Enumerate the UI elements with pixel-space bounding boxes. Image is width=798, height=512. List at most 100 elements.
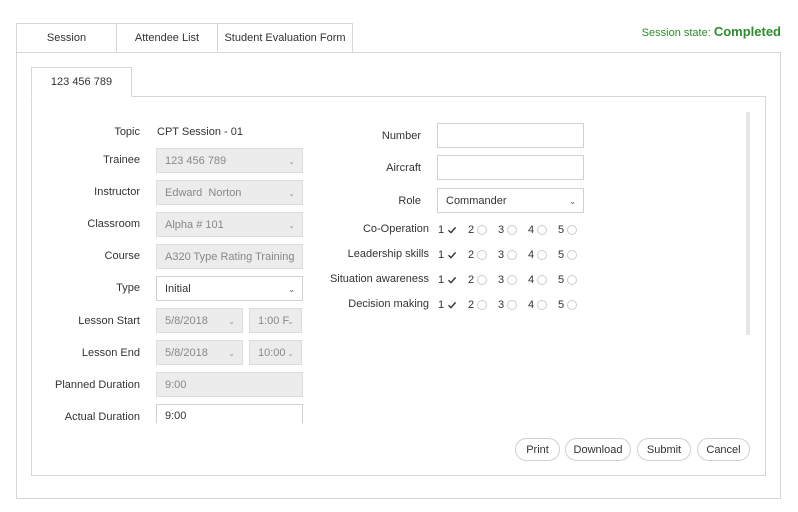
rating-option-4[interactable]: 4	[528, 224, 552, 236]
session-state-value: Completed	[713, 24, 781, 39]
rating-number: 5	[558, 274, 565, 286]
radio-circle-icon[interactable]	[537, 250, 547, 260]
radio-circle-icon[interactable]	[507, 300, 517, 310]
tab-attendee-list[interactable]: Attendee List	[116, 23, 217, 53]
checkmark-icon[interactable]	[447, 300, 457, 310]
actual-duration-value: 9:00	[165, 410, 187, 422]
radio-circle-icon[interactable]	[507, 225, 517, 235]
tab-session[interactable]: Session	[16, 23, 116, 53]
course-value: A320 Type Rating Training	[165, 250, 295, 263]
rating-options: 1 2 3 4 5	[438, 248, 588, 262]
rating-option-1[interactable]: 1	[438, 249, 462, 261]
radio-circle-icon[interactable]	[567, 275, 577, 285]
rating-options: 1 2 3 4 5	[438, 298, 588, 312]
rating-option-3[interactable]: 3	[498, 274, 522, 286]
radio-circle-icon[interactable]	[477, 250, 487, 260]
radio-circle-icon[interactable]	[477, 275, 487, 285]
download-button[interactable]: Download	[565, 438, 631, 461]
rating-number: 3	[498, 274, 505, 286]
trainee-tab-label: 123 456 789	[50, 76, 113, 88]
type-select[interactable]: Initial ⌄	[156, 276, 303, 301]
classroom-select[interactable]: Alpha # 101 ⌄	[156, 212, 303, 237]
tab-student-evaluation-form[interactable]: Student Evaluation Form	[217, 23, 353, 53]
rating-option-3[interactable]: 3	[498, 224, 522, 236]
rating-number: 4	[528, 299, 535, 311]
rating-number: 3	[498, 249, 505, 261]
submit-button[interactable]: Submit	[637, 438, 691, 461]
session-state-label: Session state:	[641, 27, 711, 39]
radio-circle-icon[interactable]	[537, 275, 547, 285]
rating-number: 2	[468, 249, 475, 261]
rating-options: 1 2 3 4 5	[438, 223, 588, 237]
rating-option-2[interactable]: 2	[468, 249, 492, 261]
number-input[interactable]	[437, 123, 584, 148]
lesson-end-label: Lesson End	[81, 347, 140, 359]
radio-circle-icon[interactable]	[567, 250, 577, 260]
planned-duration-label: Planned Duration	[54, 379, 140, 391]
rating-option-1[interactable]: 1	[438, 299, 462, 311]
radio-circle-icon[interactable]	[507, 250, 517, 260]
rating-option-1[interactable]: 1	[438, 224, 462, 236]
rating-number: 5	[558, 224, 565, 236]
rating-number: 2	[468, 299, 475, 311]
checkmark-icon[interactable]	[447, 225, 457, 235]
instructor-select[interactable]: Edward Norton ⌄	[156, 180, 303, 205]
rating-option-1[interactable]: 1	[438, 274, 462, 286]
classroom-value: Alpha # 101	[165, 218, 224, 231]
aircraft-input[interactable]	[437, 155, 584, 180]
rating-option-3[interactable]: 3	[498, 249, 522, 261]
rating-option-5[interactable]: 5	[558, 274, 582, 286]
role-select[interactable]: Commander ⌄	[437, 188, 584, 213]
course-label: Course	[104, 250, 140, 262]
rating-option-2[interactable]: 2	[468, 224, 492, 236]
tab-session-label: Session	[46, 32, 87, 44]
rating-label: Situation awareness	[329, 273, 429, 285]
tab-attendee-list-label: Attendee List	[134, 32, 200, 44]
rating-option-5[interactable]: 5	[558, 299, 582, 311]
scrollbar[interactable]	[746, 112, 750, 335]
radio-circle-icon[interactable]	[567, 225, 577, 235]
rating-number: 4	[528, 224, 535, 236]
session-state: Session state: Completed	[642, 24, 781, 39]
role-value: Commander	[446, 194, 507, 207]
lesson-end-time[interactable]: 10:00 ⌄	[249, 340, 302, 365]
lesson-end-date[interactable]: 5/8/2018 ⌄	[156, 340, 243, 365]
lesson-start-date-value: 5/8/2018	[165, 314, 208, 327]
lesson-end-date-value: 5/8/2018	[165, 346, 208, 359]
rating-option-3[interactable]: 3	[498, 299, 522, 311]
checkmark-icon[interactable]	[447, 275, 457, 285]
tab-trainee-123456789[interactable]: 123 456 789	[31, 67, 132, 97]
checkmark-icon[interactable]	[447, 250, 457, 260]
instructor-label: Instructor	[94, 186, 140, 198]
lesson-start-time[interactable]: 1:00 F ⌄	[249, 308, 302, 333]
aircraft-label: Aircraft	[386, 162, 421, 174]
lesson-start-date[interactable]: 5/8/2018 ⌄	[156, 308, 243, 333]
topic-value: CPT Session - 01	[157, 126, 244, 138]
radio-circle-icon[interactable]	[537, 300, 547, 310]
rating-option-2[interactable]: 2	[468, 299, 492, 311]
trainee-select[interactable]: 123 456 789 ⌄	[156, 148, 303, 173]
lesson-start-time-value: 1:00 F	[258, 314, 290, 327]
rating-option-2[interactable]: 2	[468, 274, 492, 286]
rating-number: 3	[498, 224, 505, 236]
print-button[interactable]: Print	[515, 438, 560, 461]
rating-option-5[interactable]: 5	[558, 224, 582, 236]
rating-label: Co-Operation	[362, 223, 429, 235]
radio-circle-icon[interactable]	[507, 275, 517, 285]
rating-option-4[interactable]: 4	[528, 249, 552, 261]
course-select[interactable]: A320 Type Rating Training ⌄	[156, 244, 303, 269]
rating-option-4[interactable]: 4	[528, 299, 552, 311]
radio-circle-icon[interactable]	[477, 300, 487, 310]
rating-number: 5	[558, 299, 565, 311]
planned-duration-field[interactable]: 9:00	[156, 372, 303, 397]
rating-number: 4	[528, 274, 535, 286]
rating-option-4[interactable]: 4	[528, 274, 552, 286]
radio-circle-icon[interactable]	[567, 300, 577, 310]
radio-circle-icon[interactable]	[537, 225, 547, 235]
actual-duration-field[interactable]: 9:00	[156, 404, 303, 423]
cancel-button[interactable]: Cancel	[697, 438, 750, 461]
rating-option-5[interactable]: 5	[558, 249, 582, 261]
rating-number: 5	[558, 249, 565, 261]
actual-duration-label: Actual Duration	[64, 411, 140, 423]
radio-circle-icon[interactable]	[477, 225, 487, 235]
